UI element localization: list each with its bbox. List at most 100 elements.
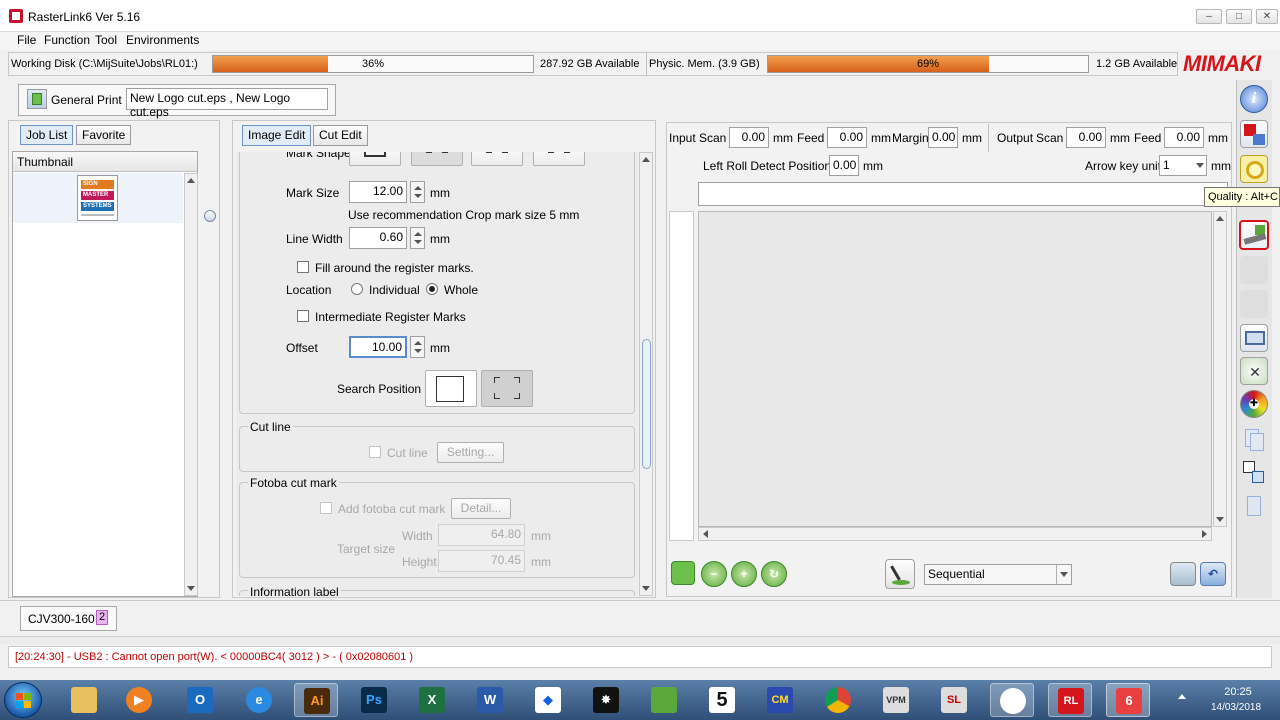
cpm-icon[interactable]: CM [758,683,802,717]
intermediate-marks-checkbox[interactable] [297,310,309,322]
menu-environments[interactable]: Environments [126,33,199,47]
clock-date[interactable]: 14/03/2018 [1200,702,1272,713]
mark-shape-option-1[interactable] [349,152,401,166]
location-whole-radio[interactable] [426,283,438,295]
output-icon[interactable] [1240,324,1268,352]
output-feed-unit: mm [1208,131,1228,145]
preview-hscroll[interactable] [698,527,1212,541]
disabled-tool-icon-2[interactable] [1240,290,1268,318]
fill-register-checkbox[interactable] [297,261,309,273]
tab-cut-edit[interactable]: Cut Edit [313,125,368,146]
left-roll-input[interactable]: 0.00 [829,155,859,176]
vpm-icon[interactable]: VPM [874,683,918,717]
sl-icon[interactable]: SL [932,683,976,717]
intermediate-marks-label: Intermediate Register Marks [315,310,466,324]
fotoba-checkbox[interactable] [320,502,332,514]
mark-shape-option-2[interactable] [411,152,463,166]
mark-size-input[interactable]: 12.00 [349,181,407,203]
preview-vscroll[interactable] [1213,211,1227,527]
print-settings-icon[interactable] [1239,220,1269,250]
offset-stepper[interactable] [410,336,425,358]
corel-icon[interactable]: ✸ [584,683,628,717]
start-orb[interactable] [4,682,42,718]
search-position-four-corners[interactable] [481,370,533,407]
line-width-input[interactable]: 0.60 [349,227,407,249]
preview-canvas[interactable] [698,211,1212,527]
job-thumbnail[interactable]: SIGN MASTER SYSTEMS [77,175,118,221]
mark-size-stepper[interactable] [410,181,425,203]
dropbox-icon[interactable]: ◆ [526,683,570,717]
mark-shape-option-4[interactable] [533,152,585,166]
coreldraw-icon[interactable] [642,683,686,717]
sequence-dropdown-icon[interactable] [1060,572,1068,577]
target-width-unit: mm [531,529,551,543]
arrow-key-select[interactable]: 1 [1159,155,1207,176]
zoom-in-icon[interactable]: + [731,561,757,587]
photoshop-icon[interactable]: Ps [352,683,396,717]
mark-shape-option-3[interactable] [471,152,523,166]
margin-input[interactable]: 0.00 [928,127,958,148]
chrome-icon[interactable] [816,683,860,717]
print-preview-icon[interactable] [1170,562,1196,586]
offset-input[interactable]: 10.00 [349,336,407,358]
cut-settings-icon[interactable]: ✕ [1240,357,1268,385]
cut-tool-icon[interactable] [885,559,915,589]
cut-line-setting-button[interactable]: Setting... [437,442,504,463]
tray-expand-icon[interactable] [1178,694,1186,699]
excel-icon[interactable]: X [410,683,454,717]
explorer-icon[interactable] [62,683,106,717]
sequence-select[interactable]: Sequential [924,564,1072,585]
splitter-handle[interactable] [204,210,216,222]
input-feed-input[interactable]: 0.00 [827,127,867,148]
job-list-scrollbar[interactable] [184,173,198,596]
quality-icon[interactable] [1240,155,1268,183]
zoom-out-icon[interactable]: − [701,561,727,587]
target-height-input[interactable]: 70.45 [438,550,525,572]
illustrator-icon[interactable]: Ai [294,683,338,717]
undo-icon[interactable]: ↶ [1200,562,1226,586]
info-icon[interactable]: i [1240,85,1268,113]
rasterlink-icon[interactable]: 6 [1106,683,1150,717]
input-feed-unit: mm [871,131,891,145]
rl6-icon[interactable]: RL [1048,683,1092,717]
location-individual-radio[interactable] [351,283,363,295]
edit-scrollbar[interactable] [639,152,653,596]
menu-file[interactable]: File [17,33,36,47]
fit-page-icon[interactable] [671,561,695,585]
print-files-field[interactable]: New Logo cut.eps , New Logo cut.eps [126,88,328,119]
refresh-icon[interactable]: ↻ [761,561,787,587]
fotoba-detail-button[interactable]: Detail... [451,498,511,519]
ie-icon[interactable]: e [237,683,281,717]
target-width-input[interactable]: 64.80 [438,524,525,546]
outlook-icon[interactable]: O [178,683,222,717]
close-button[interactable]: ✕ [1256,9,1278,24]
input-scan-input[interactable]: 0.00 [729,127,769,148]
media-player-icon[interactable]: ▶ [117,683,161,717]
layout-icon[interactable] [1240,120,1268,148]
media-icon[interactable] [990,683,1034,717]
menu-function[interactable]: Function [44,33,90,47]
maximize-button[interactable]: □ [1226,9,1252,24]
search-position-single[interactable] [425,370,477,407]
tab-image-edit[interactable]: Image Edit [242,125,312,146]
delete-icon[interactable] [1240,492,1268,520]
margin-label: Margin [892,131,929,145]
word-icon[interactable]: W [468,683,512,717]
copy-icon[interactable] [1240,425,1268,453]
menu-tool[interactable]: Tool [95,33,117,47]
tab-favorite[interactable]: Favorite [76,125,132,145]
output-scan-input[interactable]: 0.00 [1066,127,1106,148]
edit-scroll-thumb[interactable] [642,339,651,469]
tab-job-list[interactable]: Job List [20,125,74,145]
app5-icon[interactable]: 5 [700,683,744,717]
clock-time[interactable]: 20:25 [1208,686,1268,698]
line-width-stepper[interactable] [410,227,425,249]
disabled-tool-icon-1[interactable] [1240,256,1268,284]
arrow-key-dropdown-icon[interactable] [1196,163,1204,168]
thumbnail-header[interactable]: Thumbnail [13,152,197,172]
minimize-button[interactable]: – [1196,9,1222,24]
arrange-icon[interactable] [1240,458,1268,486]
cut-line-checkbox[interactable] [369,446,381,458]
output-feed-input[interactable]: 0.00 [1164,127,1204,148]
color-wheel-icon[interactable]: ✚ [1240,390,1268,418]
